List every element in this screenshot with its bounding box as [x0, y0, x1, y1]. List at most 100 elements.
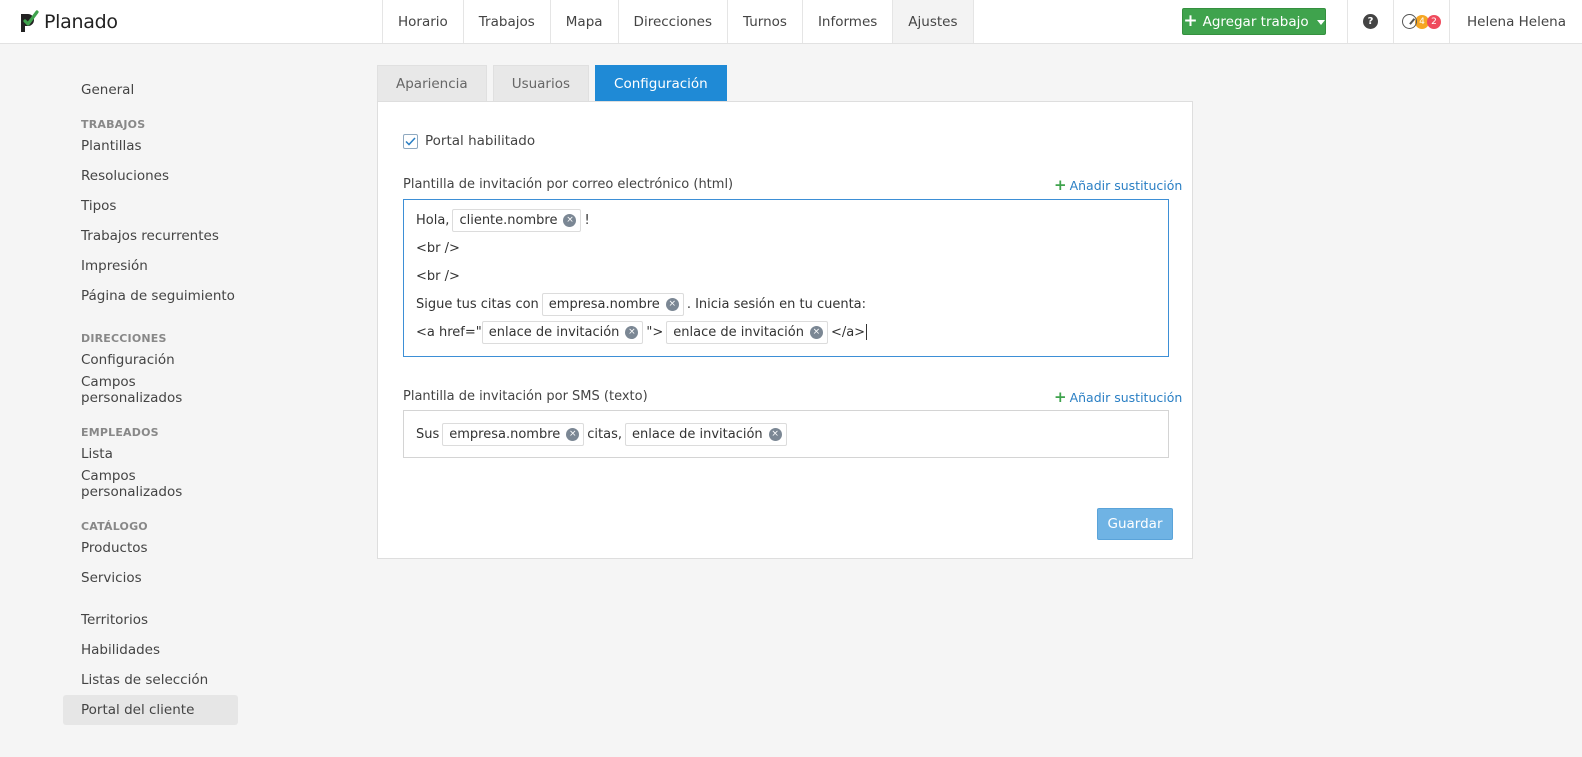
- sms-mid: citas,: [587, 426, 623, 442]
- sidebar-item-portal-cliente[interactable]: Portal del cliente: [63, 695, 238, 725]
- email-line-5-after: </a>: [830, 324, 866, 340]
- remove-token-icon[interactable]: ×: [809, 325, 823, 339]
- sms-template-editor[interactable]: Sus empresa.nombre × citas, enlace de in…: [403, 410, 1169, 458]
- remove-token-icon[interactable]: ×: [563, 213, 577, 227]
- email-add-substitution-link[interactable]: + Añadir sustitución: [1054, 176, 1183, 194]
- text-cursor: [866, 324, 868, 340]
- substitution-token[interactable]: enlace de invitación ×: [625, 422, 787, 446]
- tab-usuarios[interactable]: Usuarios: [492, 65, 590, 101]
- sms-add-substitution-link[interactable]: + Añadir sustitución: [1054, 388, 1183, 406]
- nav-horario[interactable]: Horario: [383, 0, 464, 43]
- nav-mapa[interactable]: Mapa: [551, 0, 619, 43]
- sidebar-header-catalogo: CATÁLOGO: [81, 520, 148, 533]
- token-label: enlace de invitación: [632, 426, 763, 442]
- substitution-token[interactable]: enlace de invitación ×: [481, 320, 644, 344]
- settings-sidebar: General TRABAJOS Plantillas Resoluciones…: [63, 74, 238, 725]
- logo[interactable]: Planado: [18, 9, 118, 35]
- sms-text: Sus: [416, 426, 440, 442]
- remove-token-icon[interactable]: ×: [625, 325, 639, 339]
- sidebar-item-servicios[interactable]: Servicios: [63, 563, 238, 593]
- sms-template-label: Plantilla de invitación por SMS (texto): [403, 389, 648, 404]
- email-line-4-after: . Inicia sesión en tu cuenta:: [686, 296, 867, 312]
- email-line-5: <a href=" enlace de invitación × "> enla…: [416, 318, 1156, 346]
- remove-token-icon[interactable]: ×: [665, 297, 679, 311]
- email-line-1-text: Hola,: [416, 212, 450, 228]
- token-label: empresa.nombre: [548, 296, 660, 312]
- nav-informes[interactable]: Informes: [803, 0, 894, 43]
- nav-direcciones[interactable]: Direcciones: [619, 0, 729, 43]
- email-line-3: <br />: [416, 268, 460, 284]
- plus-icon: +: [1183, 11, 1198, 31]
- sidebar-item-campos-direcciones[interactable]: Campos personalizados: [63, 374, 238, 406]
- sidebar-item-general[interactable]: General: [63, 75, 238, 105]
- email-template-label: Plantilla de invitación por correo elect…: [403, 177, 734, 192]
- sidebar-item-impresion[interactable]: Impresión: [63, 251, 238, 281]
- email-line-2: <br />: [416, 240, 460, 256]
- remove-token-icon[interactable]: ×: [566, 427, 580, 441]
- main-nav: Horario Trabajos Mapa Direcciones Turnos…: [382, 0, 974, 43]
- portal-enabled-label: Portal habilitado: [425, 133, 536, 149]
- substitution-token[interactable]: empresa.nombre ×: [541, 292, 684, 316]
- email-line-5-text: <a href=": [416, 324, 482, 340]
- nav-ajustes[interactable]: Ajustes: [893, 0, 974, 43]
- plus-icon: +: [1054, 176, 1067, 194]
- sidebar-item-trabajos-recurrentes[interactable]: Trabajos recurrentes: [63, 221, 238, 251]
- sms-line: Sus empresa.nombre × citas, enlace de in…: [416, 420, 1156, 448]
- substitution-token[interactable]: cliente.nombre ×: [452, 208, 582, 232]
- token-label: cliente.nombre: [459, 212, 558, 228]
- portal-settings-panel: Portal habilitado Plantilla de invitació…: [377, 101, 1193, 559]
- nav-turnos[interactable]: Turnos: [728, 0, 803, 43]
- sidebar-header-direcciones: DIRECCIONES: [81, 332, 167, 345]
- sidebar-item-pagina-seguimiento[interactable]: Página de seguimiento: [63, 281, 238, 311]
- token-label: enlace de invitación: [673, 324, 804, 340]
- caret-down-icon: [1316, 20, 1325, 25]
- sidebar-item-listas-seleccion[interactable]: Listas de selección: [63, 665, 238, 695]
- sidebar-item-habilidades[interactable]: Habilidades: [63, 635, 238, 665]
- logo-text: Planado: [44, 11, 118, 33]
- token-label: empresa.nombre: [449, 426, 561, 442]
- top-bar: Planado Horario Trabajos Mapa Direccione…: [0, 0, 1582, 44]
- save-button[interactable]: Guardar: [1097, 508, 1173, 540]
- email-line-4: Sigue tus citas con empresa.nombre × . I…: [416, 290, 1156, 318]
- sidebar-item-plantillas[interactable]: Plantillas: [63, 131, 238, 161]
- sidebar-item-campos-empleados[interactable]: Campos personalizados: [63, 468, 238, 500]
- notification-badge-red: 2: [1427, 14, 1441, 29]
- substitution-token[interactable]: empresa.nombre ×: [442, 422, 585, 446]
- sidebar-header-trabajos: TRABAJOS: [81, 118, 146, 131]
- settings-tabs: Apariencia Usuarios Configuración: [377, 65, 727, 101]
- sidebar-item-lista[interactable]: Lista: [63, 439, 238, 469]
- sms-add-substitution-label: Añadir sustitución: [1069, 390, 1183, 405]
- email-line-1: Hola, cliente.nombre × !: [416, 206, 1156, 234]
- email-add-substitution-label: Añadir sustitución: [1069, 178, 1183, 193]
- user-menu[interactable]: Helena Helena: [1449, 0, 1580, 43]
- portal-enabled-row: Portal habilitado: [403, 133, 535, 149]
- portal-enabled-checkbox[interactable]: [403, 133, 418, 149]
- top-right-area: ? 4 2 Helena Helena: [1347, 0, 1580, 43]
- help-icon: ?: [1363, 14, 1378, 29]
- notifications-button[interactable]: 4 2: [1393, 0, 1449, 43]
- sidebar-item-tipos[interactable]: Tipos: [63, 191, 238, 221]
- gauge-icon: [1402, 14, 1417, 29]
- tab-configuracion[interactable]: Configuración: [595, 65, 727, 101]
- check-icon: [405, 136, 416, 146]
- token-label: enlace de invitación: [488, 324, 620, 340]
- add-job-button[interactable]: + Agregar trabajo: [1182, 8, 1326, 35]
- sidebar-header-empleados: EMPLEADOS: [81, 426, 159, 439]
- plus-icon: +: [1054, 388, 1067, 406]
- email-line-4-text: Sigue tus citas con: [416, 296, 539, 312]
- substitution-token[interactable]: enlace de invitación ×: [666, 320, 828, 344]
- help-button[interactable]: ?: [1347, 0, 1393, 43]
- remove-token-icon[interactable]: ×: [768, 427, 782, 441]
- sidebar-item-productos[interactable]: Productos: [63, 533, 238, 563]
- email-template-editor[interactable]: Hola, cliente.nombre × ! <br /> <br /> S…: [403, 199, 1169, 357]
- nav-trabajos[interactable]: Trabajos: [464, 0, 551, 43]
- tab-apariencia[interactable]: Apariencia: [377, 65, 487, 101]
- sidebar-item-resoluciones[interactable]: Resoluciones: [63, 161, 238, 191]
- sidebar-item-configuracion[interactable]: Configuración: [63, 345, 238, 375]
- email-line-1-after: !: [584, 212, 590, 228]
- logo-check-icon: [21, 10, 39, 32]
- email-line-5-mid: ">: [646, 324, 664, 340]
- sidebar-item-territorios[interactable]: Territorios: [63, 605, 238, 635]
- add-job-label: Agregar trabajo: [1202, 13, 1309, 30]
